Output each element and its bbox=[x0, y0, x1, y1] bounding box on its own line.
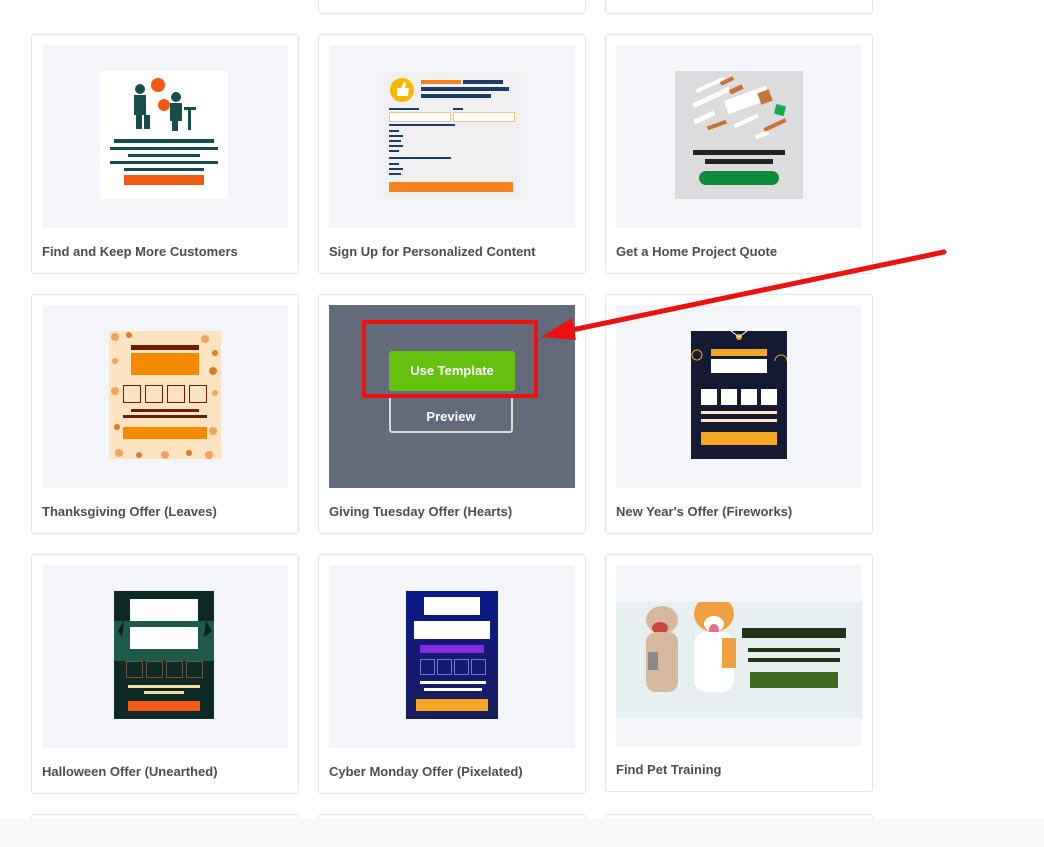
tools-illustration bbox=[692, 76, 787, 140]
template-thumbnail bbox=[616, 45, 862, 228]
template-card-cyber-monday[interactable]: Cyber Monday Offer (Pixelated) bbox=[318, 554, 586, 794]
template-card-halloween[interactable]: Halloween Offer (Unearthed) bbox=[31, 554, 299, 794]
card-title: Find Pet Training bbox=[616, 762, 722, 777]
card-title: Cyber Monday Offer (Pixelated) bbox=[329, 764, 523, 779]
template-thumbnail bbox=[42, 565, 288, 748]
template-preview-image bbox=[100, 71, 228, 199]
template-card-partial-top[interactable] bbox=[318, 0, 586, 14]
card-title: New Year's Offer (Fireworks) bbox=[616, 504, 793, 519]
template-card-personalized-content[interactable]: Sign Up for Personalized Content bbox=[318, 34, 586, 274]
template-thumbnail bbox=[329, 565, 575, 748]
template-preview-image bbox=[675, 71, 803, 199]
template-card-new-years[interactable]: New Year's Offer (Fireworks) bbox=[605, 294, 873, 534]
template-thumbnail-hover: Use Template Preview bbox=[329, 305, 575, 488]
template-card-pet-training[interactable]: Find Pet Training bbox=[605, 554, 873, 792]
preview-button[interactable]: Preview bbox=[389, 395, 513, 433]
template-thumbnail bbox=[42, 305, 288, 488]
template-preview-image bbox=[109, 331, 221, 459]
template-card-home-project-quote[interactable]: Get a Home Project Quote bbox=[605, 34, 873, 274]
template-preview-image bbox=[114, 591, 214, 719]
bottom-fade bbox=[0, 818, 1044, 847]
card-title: Giving Tuesday Offer (Hearts) bbox=[329, 504, 513, 519]
dogs-illustration bbox=[646, 602, 736, 692]
use-template-button[interactable]: Use Template bbox=[389, 351, 515, 391]
card-title: Halloween Offer (Unearthed) bbox=[42, 764, 218, 779]
fireworks-icon bbox=[691, 331, 787, 361]
card-title: Get a Home Project Quote bbox=[616, 244, 778, 259]
card-title: Sign Up for Personalized Content bbox=[329, 244, 536, 259]
template-preview-image bbox=[383, 71, 521, 199]
template-thumbnail bbox=[329, 45, 575, 228]
template-card-find-customers[interactable]: Find and Keep More Customers bbox=[31, 34, 299, 274]
template-preview-image bbox=[406, 591, 498, 719]
template-preview-image bbox=[691, 331, 787, 459]
template-gallery: Find and Keep More Customers Sign Up for… bbox=[0, 0, 1044, 847]
template-thumbnail bbox=[42, 45, 288, 228]
card-title: Find and Keep More Customers bbox=[42, 244, 238, 259]
template-thumbnail bbox=[616, 565, 862, 746]
card-title: Thanksgiving Offer (Leaves) bbox=[42, 504, 217, 519]
thumbs-up-icon bbox=[390, 78, 414, 102]
template-preview-image bbox=[616, 602, 862, 718]
template-card-partial-top[interactable] bbox=[605, 0, 873, 14]
template-card-thanksgiving[interactable]: Thanksgiving Offer (Leaves) bbox=[31, 294, 299, 534]
template-thumbnail bbox=[616, 305, 862, 488]
template-card-giving-tuesday[interactable]: Use Template Preview Giving Tuesday Offe… bbox=[318, 294, 586, 534]
